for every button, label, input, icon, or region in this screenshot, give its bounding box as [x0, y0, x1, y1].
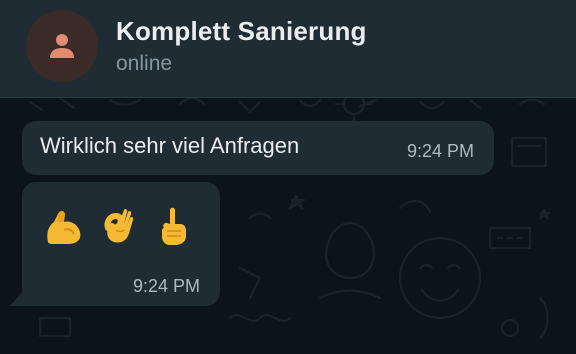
index-pointing-up-icon: [162, 207, 186, 245]
ok-hand-icon: [104, 208, 134, 243]
message-text: Wirklich sehr viel Anfragen: [40, 133, 300, 158]
message-bubble-incoming[interactable]: 9:24 PM: [22, 182, 220, 306]
flexed-biceps-icon: [47, 211, 81, 244]
contact-name[interactable]: Komplett Sanierung: [116, 16, 367, 47]
person-icon: [50, 34, 74, 58]
message-timestamp: 9:24 PM: [406, 141, 474, 161]
chat-header[interactable]: Komplett Sanierung online: [0, 0, 576, 98]
message-bubble-incoming[interactable]: Wirklich sehr viel Anfragen 9:24 PM: [22, 121, 494, 175]
contact-avatar[interactable]: [26, 10, 98, 82]
message-timestamp: 9:24 PM: [132, 276, 200, 296]
contact-status: online: [116, 52, 173, 75]
emoji-row: [42, 204, 194, 248]
